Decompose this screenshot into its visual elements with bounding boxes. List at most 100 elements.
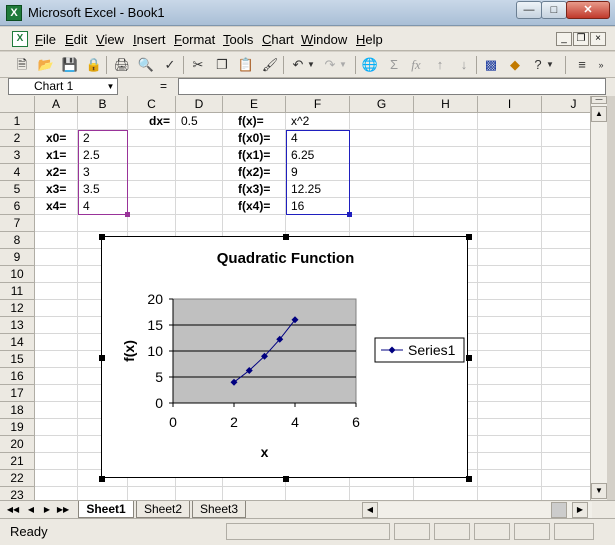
toolbar-options-icon[interactable]: » bbox=[594, 55, 608, 75]
menu-chart[interactable]: Chart bbox=[262, 32, 294, 47]
split-box-icon[interactable]: — bbox=[591, 96, 607, 104]
minimize-button[interactable]: — bbox=[516, 1, 542, 19]
cell-a2[interactable]: x0= bbox=[37, 130, 78, 147]
spelling-icon[interactable]: ✓ bbox=[160, 55, 180, 75]
print-icon[interactable]: 🖨 bbox=[112, 55, 132, 75]
hyperlink-icon[interactable]: 🌐 bbox=[360, 55, 380, 75]
undo-icon[interactable]: ↶ bbox=[288, 55, 308, 75]
row-header-18[interactable]: 18 bbox=[0, 402, 35, 419]
name-box[interactable]: Chart 1 bbox=[8, 78, 118, 95]
sheet-tab-sheet1[interactable]: Sheet1 bbox=[78, 501, 134, 518]
cell-a5[interactable]: x3= bbox=[37, 181, 78, 198]
workbook-icon[interactable]: X bbox=[12, 31, 28, 47]
formula-input[interactable] bbox=[178, 78, 606, 95]
chart-wizard-icon[interactable]: ▩ bbox=[481, 55, 501, 75]
column-header-b[interactable]: B bbox=[78, 96, 128, 113]
row-header-20[interactable]: 20 bbox=[0, 436, 35, 453]
row-header-4[interactable]: 4 bbox=[0, 164, 35, 181]
row-header-8[interactable]: 8 bbox=[0, 232, 35, 249]
excel-app-icon[interactable]: X bbox=[6, 5, 22, 21]
workbook-restore-button[interactable]: ❐ bbox=[573, 32, 589, 46]
range-resize-handle[interactable] bbox=[347, 212, 352, 217]
sheet-tab-sheet3[interactable]: Sheet3 bbox=[192, 501, 246, 518]
cell-e3[interactable]: f(x1)= bbox=[225, 147, 286, 164]
cell-e6[interactable]: f(x4)= bbox=[225, 198, 286, 215]
row-header-9[interactable]: 9 bbox=[0, 249, 35, 266]
embedded-chart[interactable]: 0 5 10 15 20 0 2 4 6 Quadratic Function x f(x) Serie… bbox=[99, 234, 472, 482]
column-header-a[interactable]: A bbox=[35, 96, 78, 113]
column-header-h[interactable]: H bbox=[414, 96, 478, 113]
open-icon[interactable]: 📂 bbox=[36, 55, 56, 75]
scroll-left-icon[interactable]: ◀ bbox=[362, 502, 378, 518]
row-header-19[interactable]: 19 bbox=[0, 419, 35, 436]
redo-icon[interactable]: ↷ bbox=[320, 55, 340, 75]
row-header-2[interactable]: 2 bbox=[0, 130, 35, 147]
horizontal-scrollbar[interactable]: ◀ ▶ bbox=[362, 502, 592, 518]
cell-e4[interactable]: f(x2)= bbox=[225, 164, 286, 181]
column-header-e[interactable]: E bbox=[223, 96, 286, 113]
workbook-close-button[interactable]: × bbox=[590, 32, 606, 46]
row-header-13[interactable]: 13 bbox=[0, 317, 35, 334]
permission-icon[interactable]: 🔒 bbox=[84, 55, 104, 75]
row-header-16[interactable]: 16 bbox=[0, 368, 35, 385]
cell-e5[interactable]: f(x3)= bbox=[225, 181, 286, 198]
select-all-corner[interactable] bbox=[0, 96, 35, 113]
sheet-tab-sheet2[interactable]: Sheet2 bbox=[136, 501, 190, 518]
cell-c1[interactable]: dx= bbox=[130, 113, 176, 130]
cell-a4[interactable]: x2= bbox=[37, 164, 78, 181]
column-header-g[interactable]: G bbox=[350, 96, 414, 113]
row-header-1[interactable]: 1 bbox=[0, 113, 35, 130]
sort-ascending-icon[interactable]: ↑ bbox=[430, 55, 450, 75]
maximize-button[interactable]: □ bbox=[541, 1, 567, 19]
autosum-icon[interactable]: Σ bbox=[384, 55, 404, 75]
cell-a6[interactable]: x4= bbox=[37, 198, 78, 215]
column-header-f[interactable]: F bbox=[286, 96, 350, 113]
row-header-14[interactable]: 14 bbox=[0, 334, 35, 351]
cell-e1[interactable]: f(x)= bbox=[225, 113, 286, 130]
help-dropdown-icon[interactable]: ▼ bbox=[545, 55, 555, 75]
format-painter-icon[interactable]: 🖌 bbox=[260, 55, 280, 75]
workbook-minimize-button[interactable]: _ bbox=[556, 32, 572, 46]
print-preview-icon[interactable]: 🔍 bbox=[136, 55, 156, 75]
scroll-down-icon[interactable]: ▼ bbox=[591, 483, 607, 499]
x-values-range-highlight[interactable] bbox=[78, 130, 128, 215]
new-icon[interactable]: 🗎 bbox=[12, 55, 32, 75]
menu-format[interactable]: Format bbox=[174, 32, 215, 47]
menu-tools[interactable]: Tools bbox=[223, 32, 253, 47]
cell-f1[interactable]: x^2 bbox=[288, 113, 350, 130]
close-button[interactable]: ✕ bbox=[566, 1, 610, 19]
menu-view[interactable]: View bbox=[96, 32, 124, 47]
drawing-icon[interactable]: ◆ bbox=[505, 55, 525, 75]
vertical-scrollbar[interactable]: — ▲ ▼ bbox=[590, 96, 607, 500]
copy-icon[interactable]: ❐ bbox=[212, 55, 232, 75]
column-header-d[interactable]: D bbox=[176, 96, 223, 113]
row-header-17[interactable]: 17 bbox=[0, 385, 35, 402]
row-header-6[interactable]: 6 bbox=[0, 198, 35, 215]
next-sheet-icon[interactable]: ▶ bbox=[40, 503, 54, 517]
menu-file[interactable]: File bbox=[35, 32, 56, 47]
row-header-11[interactable]: 11 bbox=[0, 283, 35, 300]
insert-function-icon[interactable]: fx bbox=[406, 55, 426, 75]
column-header-i[interactable]: I bbox=[478, 96, 542, 113]
cell-d1[interactable]: 0.5 bbox=[178, 113, 223, 130]
cell-a3[interactable]: x1= bbox=[37, 147, 78, 164]
row-header-12[interactable]: 12 bbox=[0, 300, 35, 317]
column-header-j[interactable]: J bbox=[542, 96, 590, 113]
range-resize-handle[interactable] bbox=[125, 212, 130, 217]
menu-help[interactable]: Help bbox=[356, 32, 383, 47]
row-header-5[interactable]: 5 bbox=[0, 181, 35, 198]
menu-window[interactable]: Window bbox=[301, 32, 347, 47]
row-header-15[interactable]: 15 bbox=[0, 351, 35, 368]
row-header-21[interactable]: 21 bbox=[0, 453, 35, 470]
row-header-10[interactable]: 10 bbox=[0, 266, 35, 283]
menu-edit[interactable]: Edit bbox=[65, 32, 87, 47]
cell-e2[interactable]: f(x0)= bbox=[225, 130, 286, 147]
scroll-up-icon[interactable]: ▲ bbox=[591, 106, 607, 122]
scroll-thumb[interactable] bbox=[551, 502, 567, 518]
worksheet-grid[interactable]: A B C D E F G H I J 1 2 3 4 5 6 7 8 9 10 11 12 13 14 15 16 17 18 19 2… bbox=[0, 96, 590, 500]
sort-descending-icon[interactable]: ↓ bbox=[454, 55, 474, 75]
name-box-dropdown-icon[interactable]: ▼ bbox=[104, 79, 117, 94]
prev-sheet-icon[interactable]: ◀ bbox=[24, 503, 38, 517]
cut-icon[interactable]: ✂ bbox=[188, 55, 208, 75]
menu-insert[interactable]: Insert bbox=[133, 32, 166, 47]
